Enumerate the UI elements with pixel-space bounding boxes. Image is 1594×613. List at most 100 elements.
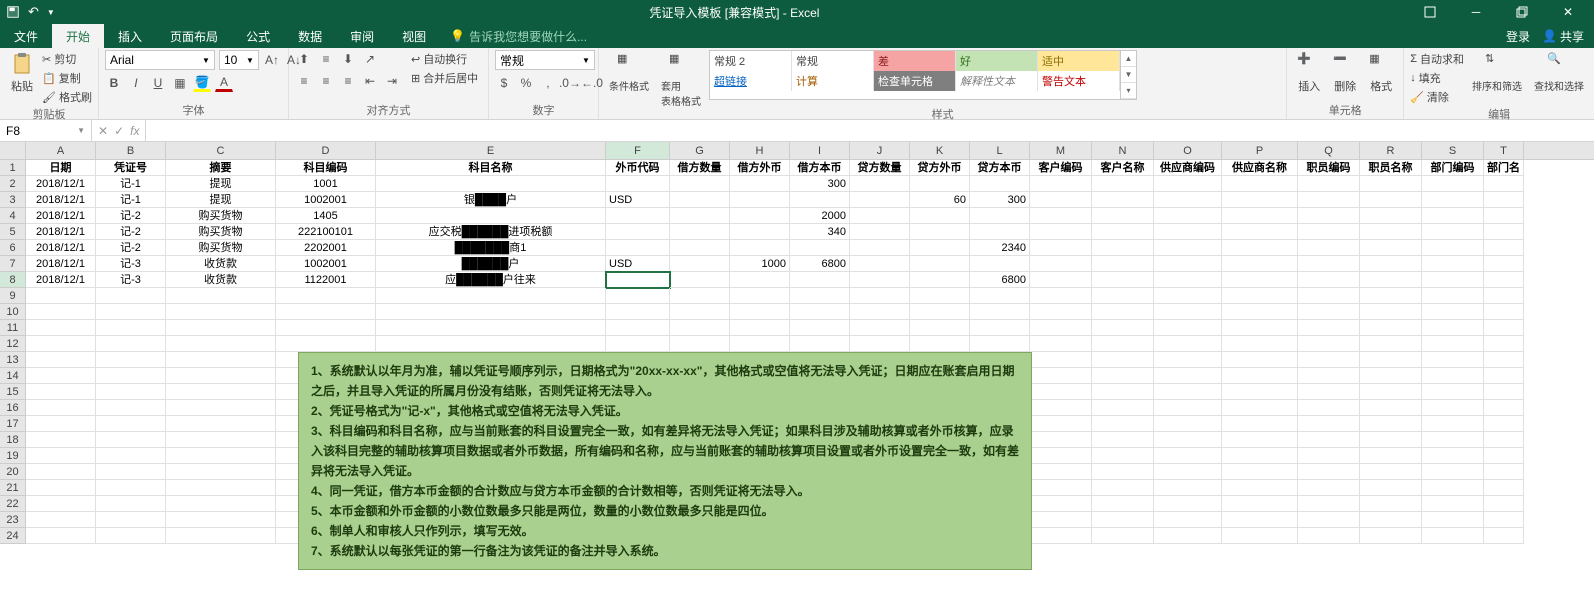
- font-color-button[interactable]: A: [215, 74, 233, 92]
- empty-cell[interactable]: [166, 416, 276, 432]
- data-cell[interactable]: 提现: [166, 192, 276, 208]
- data-cell[interactable]: [1030, 240, 1092, 256]
- data-cell[interactable]: [910, 272, 970, 288]
- empty-cell[interactable]: [730, 336, 790, 352]
- data-cell[interactable]: [1154, 272, 1222, 288]
- data-cell[interactable]: [1154, 208, 1222, 224]
- empty-cell[interactable]: [1154, 336, 1222, 352]
- empty-cell[interactable]: [730, 288, 790, 304]
- style-changgui2[interactable]: 常规 2: [710, 51, 792, 71]
- column-header[interactable]: L: [970, 142, 1030, 159]
- empty-cell[interactable]: [1222, 528, 1298, 544]
- data-cell[interactable]: [1092, 192, 1154, 208]
- empty-cell[interactable]: [1030, 288, 1092, 304]
- empty-cell[interactable]: [166, 304, 276, 320]
- empty-cell[interactable]: [1092, 304, 1154, 320]
- data-cell[interactable]: 1122001: [276, 272, 376, 288]
- empty-cell[interactable]: [1092, 432, 1154, 448]
- row-header[interactable]: 24: [0, 528, 26, 544]
- data-cell[interactable]: [1298, 224, 1360, 240]
- empty-cell[interactable]: [790, 336, 850, 352]
- empty-cell[interactable]: [26, 336, 96, 352]
- empty-cell[interactable]: [1484, 400, 1524, 416]
- data-cell[interactable]: [730, 192, 790, 208]
- empty-cell[interactable]: [1422, 496, 1484, 512]
- data-cell[interactable]: [850, 272, 910, 288]
- data-cell[interactable]: [1092, 176, 1154, 192]
- data-cell[interactable]: 收货款: [166, 256, 276, 272]
- data-cell[interactable]: [850, 224, 910, 240]
- empty-cell[interactable]: [850, 288, 910, 304]
- data-cell[interactable]: [1222, 192, 1298, 208]
- empty-cell[interactable]: [1092, 368, 1154, 384]
- row-header[interactable]: 21: [0, 480, 26, 496]
- data-cell[interactable]: [790, 272, 850, 288]
- empty-cell[interactable]: [670, 304, 730, 320]
- data-cell[interactable]: [1030, 224, 1092, 240]
- fill-color-button[interactable]: 🪣: [193, 74, 211, 92]
- conditional-format-button[interactable]: ▦条件格式: [605, 50, 653, 95]
- data-cell[interactable]: [1360, 208, 1422, 224]
- empty-cell[interactable]: [1092, 512, 1154, 528]
- data-cell[interactable]: [1422, 240, 1484, 256]
- empty-cell[interactable]: [1030, 480, 1092, 496]
- empty-cell[interactable]: [670, 288, 730, 304]
- empty-cell[interactable]: [730, 320, 790, 336]
- data-cell[interactable]: [670, 192, 730, 208]
- empty-cell[interactable]: [96, 320, 166, 336]
- empty-cell[interactable]: [26, 352, 96, 368]
- empty-cell[interactable]: [1484, 512, 1524, 528]
- autosum-button[interactable]: Σ自动求和: [1410, 50, 1464, 68]
- empty-cell[interactable]: [1092, 464, 1154, 480]
- empty-cell[interactable]: [376, 304, 606, 320]
- empty-cell[interactable]: [1154, 288, 1222, 304]
- data-cell[interactable]: [1092, 224, 1154, 240]
- empty-cell[interactable]: [1484, 384, 1524, 400]
- column-header[interactable]: G: [670, 142, 730, 159]
- header-cell[interactable]: 职员编码: [1298, 160, 1360, 176]
- data-cell[interactable]: [1154, 240, 1222, 256]
- align-left-button[interactable]: ≡: [295, 72, 313, 90]
- data-cell[interactable]: [1484, 176, 1524, 192]
- data-cell[interactable]: 记-2: [96, 240, 166, 256]
- align-bottom-button[interactable]: ⬇: [339, 50, 357, 68]
- empty-cell[interactable]: [1092, 496, 1154, 512]
- data-cell[interactable]: [790, 192, 850, 208]
- empty-cell[interactable]: [166, 432, 276, 448]
- empty-cell[interactable]: [96, 400, 166, 416]
- data-cell[interactable]: [1030, 256, 1092, 272]
- empty-cell[interactable]: [1030, 320, 1092, 336]
- empty-cell[interactable]: [730, 304, 790, 320]
- empty-cell[interactable]: [166, 464, 276, 480]
- row-header[interactable]: 19: [0, 448, 26, 464]
- data-cell[interactable]: [850, 256, 910, 272]
- column-header[interactable]: S: [1422, 142, 1484, 159]
- name-box[interactable]: F8▼: [0, 120, 92, 141]
- empty-cell[interactable]: [970, 320, 1030, 336]
- empty-cell[interactable]: [26, 528, 96, 544]
- empty-cell[interactable]: [26, 304, 96, 320]
- header-cell[interactable]: 贷方数量: [850, 160, 910, 176]
- row-header[interactable]: 22: [0, 496, 26, 512]
- empty-cell[interactable]: [1298, 288, 1360, 304]
- bold-button[interactable]: B: [105, 74, 123, 92]
- header-cell[interactable]: 借方本币: [790, 160, 850, 176]
- row-header[interactable]: 11: [0, 320, 26, 336]
- empty-cell[interactable]: [1484, 528, 1524, 544]
- style-jiancha[interactable]: 检查单元格: [874, 71, 956, 91]
- empty-cell[interactable]: [1484, 496, 1524, 512]
- data-cell[interactable]: [1422, 224, 1484, 240]
- column-header[interactable]: N: [1092, 142, 1154, 159]
- empty-cell[interactable]: [1222, 416, 1298, 432]
- data-cell[interactable]: [730, 240, 790, 256]
- insert-cells-button[interactable]: ➕插入: [1293, 50, 1325, 96]
- sort-filter-button[interactable]: ⇅排序和筛选: [1468, 50, 1526, 95]
- empty-cell[interactable]: [1092, 288, 1154, 304]
- tab-data[interactable]: 数据: [284, 24, 336, 48]
- data-cell[interactable]: [1222, 272, 1298, 288]
- empty-cell[interactable]: [1484, 464, 1524, 480]
- empty-cell[interactable]: [26, 480, 96, 496]
- decrease-indent-button[interactable]: ⇤: [361, 72, 379, 90]
- header-cell[interactable]: 客户编码: [1030, 160, 1092, 176]
- column-header[interactable]: B: [96, 142, 166, 159]
